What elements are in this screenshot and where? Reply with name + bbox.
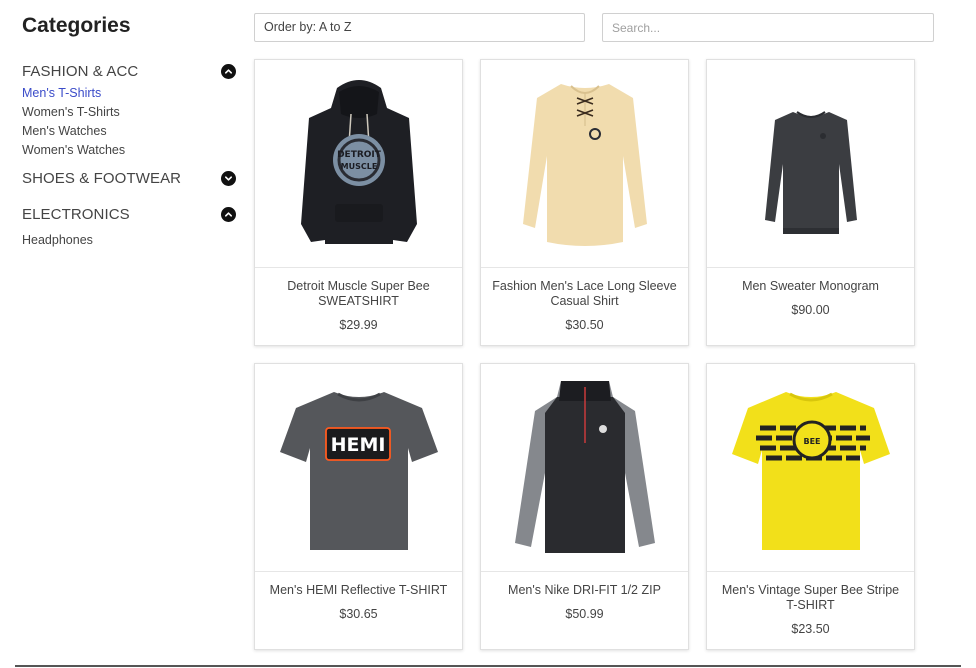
product-price: $30.50 bbox=[565, 318, 604, 332]
product-price: $29.99 bbox=[339, 318, 378, 332]
product-image[interactable] bbox=[707, 60, 914, 268]
product-name[interactable]: Men's HEMI Reflective T-SHIRT bbox=[265, 583, 452, 598]
chevron-up-icon[interactable] bbox=[221, 63, 236, 79]
product-card[interactable]: Fashion Men's Lace Long Sleeve Casual Sh… bbox=[480, 59, 689, 346]
product-image[interactable]: BEE bbox=[707, 364, 914, 572]
product-name[interactable]: Detroit Muscle Super Bee SWEATSHIRT bbox=[265, 279, 452, 309]
svg-text:MUSCLE: MUSCLE bbox=[340, 162, 377, 171]
sidebar-item-womens-watches[interactable]: Women's Watches bbox=[22, 141, 242, 160]
product-name[interactable]: Men's Nike DRI-FIT 1/2 ZIP bbox=[491, 583, 678, 598]
category-label: FASHION & ACC bbox=[22, 62, 139, 80]
sidebar-item-mens-watches[interactable]: Men's Watches bbox=[22, 122, 242, 141]
product-card[interactable]: DETROIT MUSCLE Detroit Muscle Super Bee … bbox=[254, 59, 463, 346]
sidebar-item-headphones[interactable]: Headphones bbox=[22, 231, 242, 250]
half-zip-image bbox=[514, 380, 655, 553]
chevron-up-icon[interactable] bbox=[221, 206, 236, 222]
hoodie-image: DETROIT MUSCLE bbox=[300, 79, 417, 244]
svg-text:DETROIT: DETROIT bbox=[337, 150, 382, 160]
category-label: ELECTRONICS bbox=[22, 205, 130, 223]
shirt-image bbox=[522, 83, 647, 246]
svg-text:BEE: BEE bbox=[803, 437, 820, 446]
toolbar: Order by: A to Z bbox=[254, 13, 934, 43]
product-price: $23.50 bbox=[791, 622, 830, 636]
category-header-shoes[interactable]: SHOES & FOOTWEAR bbox=[22, 167, 236, 189]
category-label: SHOES & FOOTWEAR bbox=[22, 169, 182, 187]
tshirt-image: BEE bbox=[731, 391, 890, 550]
chevron-down-icon[interactable] bbox=[221, 170, 236, 186]
product-name[interactable]: Men Sweater Monogram bbox=[717, 279, 904, 294]
sweater-image bbox=[764, 110, 857, 234]
sidebar-item-mens-tshirts[interactable]: Men's T-Shirts bbox=[22, 84, 242, 103]
sidebar-item-womens-tshirts[interactable]: Women's T-Shirts bbox=[22, 103, 242, 122]
category-fashion: FASHION & ACC Men's T-Shirts Women's T-S… bbox=[22, 60, 242, 160]
product-price: $90.00 bbox=[791, 303, 830, 317]
product-card[interactable]: Men Sweater Monogram $90.00 bbox=[706, 59, 915, 346]
footer-divider bbox=[15, 665, 961, 667]
product-price: $50.99 bbox=[565, 607, 604, 621]
categories-sidebar: Categories FASHION & ACC Men's T-Shirts … bbox=[22, 12, 242, 250]
product-name[interactable]: Men's Vintage Super Bee Stripe T-SHIRT bbox=[717, 583, 904, 613]
category-electronics: ELECTRONICS Headphones bbox=[22, 203, 242, 250]
product-price: $30.65 bbox=[339, 607, 378, 621]
svg-text:HEMI: HEMI bbox=[330, 434, 385, 456]
category-shoes: SHOES & FOOTWEAR bbox=[22, 167, 242, 189]
product-image[interactable]: DETROIT MUSCLE bbox=[255, 60, 462, 268]
product-card[interactable]: HEMI Men's HEMI Reflective T-SHIRT $30.6… bbox=[254, 363, 463, 650]
tshirt-image: HEMI bbox=[279, 391, 438, 550]
product-card[interactable]: BEE Men's Vintage Super Bee Stripe T-SHI… bbox=[706, 363, 915, 650]
search-input[interactable] bbox=[602, 13, 934, 42]
product-name[interactable]: Fashion Men's Lace Long Sleeve Casual Sh… bbox=[491, 279, 678, 309]
product-image[interactable]: HEMI bbox=[255, 364, 462, 572]
product-image[interactable] bbox=[481, 364, 688, 572]
product-card[interactable]: Men's Nike DRI-FIT 1/2 ZIP $50.99 bbox=[480, 363, 689, 650]
order-by-select[interactable]: Order by: A to Z bbox=[254, 13, 585, 42]
product-image[interactable] bbox=[481, 60, 688, 268]
sidebar-title: Categories bbox=[22, 14, 131, 37]
category-header-fashion[interactable]: FASHION & ACC bbox=[22, 60, 236, 82]
category-header-electronics[interactable]: ELECTRONICS bbox=[22, 203, 236, 225]
